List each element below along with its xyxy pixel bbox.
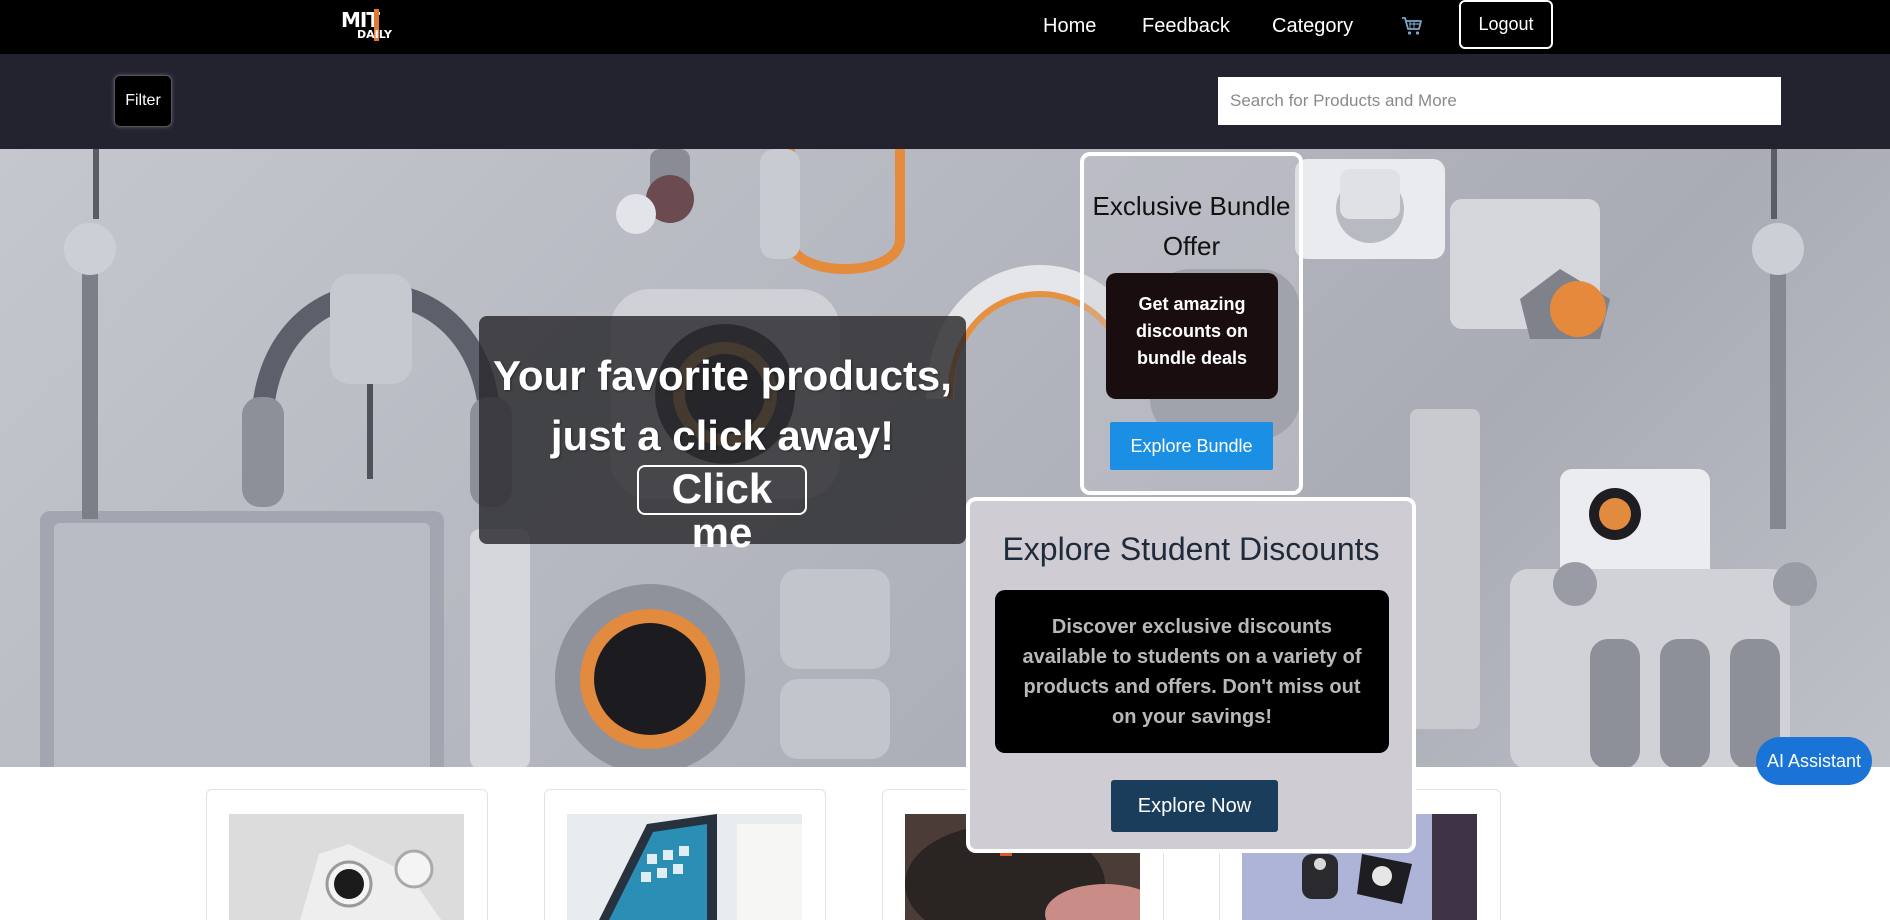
student-discounts-card: Explore Student Discounts Discover exclu… [966, 497, 1416, 853]
bundle-offer-description: Get amazing discounts on bundle deals [1106, 273, 1278, 399]
click-me-button[interactable]: Click me [637, 465, 807, 555]
student-discounts-description: Discover exclusive discounts available t… [995, 590, 1389, 753]
product-card[interactable] [544, 789, 826, 920]
hero-title: Your favorite products, just a click awa… [493, 352, 952, 459]
top-navbar: MIT DAILY Home Feedback Category Logout [0, 0, 1890, 54]
hero-promo-card: Your favorite products, just a click awa… [479, 316, 966, 555]
product-card[interactable] [206, 789, 488, 920]
student-discounts-title: Explore Student Discounts [1002, 531, 1380, 567]
hero-banner: Your favorite products, just a click awa… [0, 149, 1890, 767]
nav-link-home[interactable]: Home [1043, 15, 1096, 38]
nav-link-feedback[interactable]: Feedback [1142, 15, 1230, 38]
explore-bundle-button[interactable]: Explore Bundle [1110, 422, 1273, 470]
product-image[interactable] [229, 814, 464, 920]
page: MIT DAILY Home Feedback Category Logout … [0, 0, 1890, 920]
logo-text-bottom: DAILY [357, 28, 392, 41]
bundle-offer-title: Exclusive Bundle Offer [1092, 191, 1291, 261]
site-logo[interactable]: MIT DAILY [339, 6, 401, 44]
bundle-offer-card: Exclusive Bundle Offer Get amazing disco… [1080, 152, 1303, 495]
nav-link-category[interactable]: Category [1272, 15, 1353, 38]
ai-assistant-button[interactable]: AI Assistant [1756, 737, 1872, 785]
product-image[interactable] [567, 814, 802, 920]
filter-search-bar: Filter [0, 54, 1890, 149]
filter-button[interactable]: Filter [114, 75, 172, 127]
shopping-cart-icon[interactable] [1400, 14, 1424, 38]
explore-now-button[interactable]: Explore Now [1111, 780, 1278, 832]
search-input[interactable] [1218, 77, 1781, 125]
logout-button[interactable]: Logout [1459, 0, 1553, 49]
